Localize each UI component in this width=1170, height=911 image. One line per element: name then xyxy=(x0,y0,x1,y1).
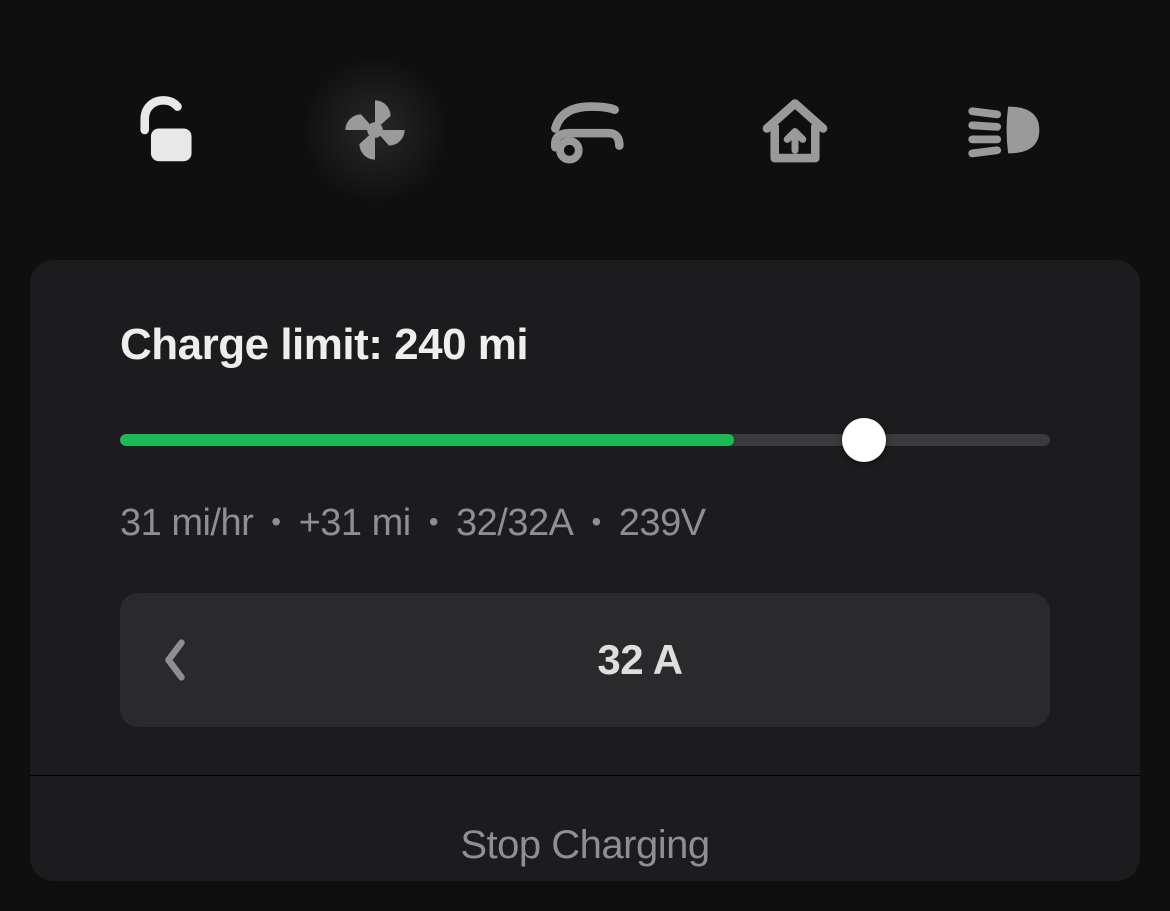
lock-icon xyxy=(126,91,204,169)
charging-stats: 31 mi/hr • +31 mi • 32/32A • 239V xyxy=(120,502,1050,545)
amps-value: 32 A xyxy=(230,593,1050,727)
stat-added: +31 mi xyxy=(299,502,411,545)
separator-dot: • xyxy=(591,506,600,538)
stat-volts: 239V xyxy=(619,502,706,545)
homelink-icon xyxy=(756,91,834,169)
slider-track xyxy=(120,434,1050,446)
headlight-icon xyxy=(966,91,1044,169)
amps-decrease-button[interactable] xyxy=(120,593,230,727)
slider-thumb[interactable] xyxy=(842,418,886,462)
frunk-button[interactable] xyxy=(510,55,660,205)
card-body: Charge limit: 240 mi 31 mi/hr • +31 mi •… xyxy=(30,260,1140,775)
charge-limit-slider[interactable] xyxy=(120,418,1050,462)
stat-rate: 31 mi/hr xyxy=(120,502,253,545)
amps-stepper: 32 A xyxy=(120,593,1050,727)
climate-button[interactable] xyxy=(300,55,450,205)
frunk-icon xyxy=(546,91,624,169)
slider-fill xyxy=(120,434,734,446)
homelink-button[interactable] xyxy=(720,55,870,205)
charge-limit-label: Charge limit: 240 mi xyxy=(120,320,1050,370)
top-icon-row xyxy=(0,0,1170,260)
separator-dot: • xyxy=(429,506,438,538)
charging-card: Charge limit: 240 mi 31 mi/hr • +31 mi •… xyxy=(30,260,1140,881)
stop-charging-button[interactable]: Stop Charging xyxy=(30,775,1140,881)
chevron-left-icon xyxy=(162,638,188,682)
stat-amps: 32/32A xyxy=(456,502,573,545)
lights-button[interactable] xyxy=(930,55,1080,205)
lock-button[interactable] xyxy=(90,55,240,205)
fan-icon xyxy=(336,91,414,169)
separator-dot: • xyxy=(271,506,280,538)
